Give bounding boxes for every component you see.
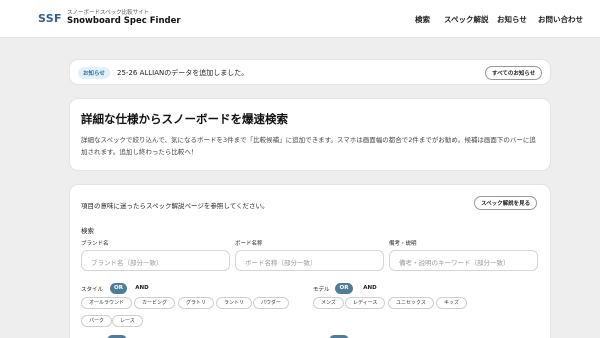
spec-guide-button[interactable]: スペック解説を見る (474, 196, 538, 210)
style-option-powder[interactable]: パウダー (253, 297, 290, 309)
style-option-allround[interactable]: オールラウンド (81, 297, 133, 309)
nav-spec-guide[interactable]: スペック解説 (444, 14, 488, 25)
style-option-race[interactable]: レース (112, 315, 143, 327)
spec-hint-text: 項目の意味に迷ったらスペック解説ページを参照してください。 (81, 202, 269, 210)
site-logo[interactable]: SSF (38, 12, 62, 25)
model-and-toggle[interactable]: AND (359, 283, 381, 294)
nav-search[interactable]: 検索 (415, 14, 430, 25)
notice-text: 25-26 ALLIANのデータを追加しました。 (117, 69, 249, 77)
style-or-toggle[interactable]: OR (110, 283, 127, 294)
hero-title: 詳細な仕様からスノーボードを爆速検索 (81, 112, 288, 126)
style-option-rantori[interactable]: ラントリ (216, 297, 253, 309)
search-section-title: 検索 (81, 227, 94, 235)
style-and-toggle[interactable]: AND (131, 283, 153, 294)
model-option-unisex[interactable]: ユニセックス (388, 297, 434, 309)
site-header: SSF スノーボードスペック比較サイト Snowboard Spec Finde… (0, 0, 600, 38)
brand-input[interactable]: ブランド名（部分一致） (81, 250, 230, 271)
hero-description: 詳細なスペックで絞り込んで、気になるボードを3件まで「比較候補」に追加できます。… (81, 136, 536, 156)
model-label: モデル (313, 287, 330, 293)
board-name-label: ボード名称 (235, 241, 263, 247)
style-option-carving[interactable]: カービング (134, 297, 176, 309)
nav-news[interactable]: お知らせ (497, 14, 527, 25)
notice-bar: お知らせ 25-26 ALLIANのデータを追加しました。 すべてのお知らせ (69, 59, 551, 85)
model-option-kids[interactable]: キッズ (436, 297, 468, 309)
notes-label: 備考・説明 (389, 241, 417, 247)
model-option-mens[interactable]: メンズ (313, 297, 344, 309)
notice-badge: お知らせ (78, 67, 110, 79)
nav-contact[interactable]: お問い合わせ (538, 14, 583, 25)
style-option-gratori[interactable]: グラトリ (178, 297, 215, 309)
brand-label: ブランド名 (81, 241, 109, 247)
style-option-park[interactable]: パーク (81, 315, 113, 327)
search-panel: 項目の意味に迷ったらスペック解説ページを参照してください。 スペック解説を見る … (69, 184, 551, 338)
notes-input[interactable]: 備考・説明のキーワード（部分一致） (389, 250, 538, 271)
model-option-ladies[interactable]: レディース (345, 297, 386, 309)
hero-section: 詳細な仕様からスノーボードを爆速検索 詳細なスペックで絞り込んで、気になるボード… (69, 98, 551, 171)
site-subtitle: スノーボードスペック比較サイト (67, 10, 150, 16)
all-notices-button[interactable]: すべてのお知らせ (485, 66, 543, 80)
board-name-input[interactable]: ボード名称（部分一致） (235, 250, 384, 271)
style-label: スタイル (81, 287, 104, 293)
site-title[interactable]: Snowboard Spec Finder (67, 16, 181, 26)
model-or-toggle[interactable]: OR (335, 283, 353, 294)
